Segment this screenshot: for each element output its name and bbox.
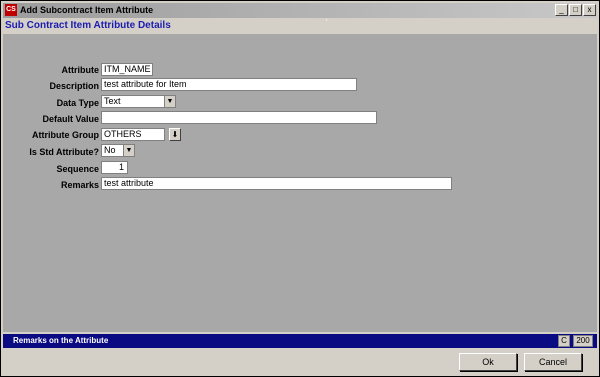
data-type-value: Text: [104, 96, 121, 106]
attribute-field[interactable]: ITM_NAME: [101, 63, 153, 76]
app-icon[interactable]: CS: [5, 4, 17, 16]
status-bar: Remarks on the Attribute C 200: [3, 334, 597, 348]
status-message: Remarks on the Attribute: [13, 336, 109, 345]
default-value-field[interactable]: [101, 111, 377, 124]
window-title: Add Subcontract Item Attribute: [20, 5, 154, 15]
description-label: Description: [49, 81, 99, 91]
chevron-down-icon[interactable]: ▼: [164, 96, 175, 107]
maximize-button[interactable]: □: [569, 4, 582, 16]
close-button[interactable]: x: [583, 4, 596, 16]
chevron-down-icon[interactable]: ▼: [123, 145, 134, 156]
form-title: Sub Contract Item Attribute Details: [5, 20, 171, 31]
ok-button[interactable]: Ok: [459, 353, 517, 371]
minimize-button[interactable]: _: [555, 4, 568, 16]
is-std-attribute-label: Is Std Attribute?: [29, 147, 99, 157]
title-bar[interactable]: CS Add Subcontract Item Attribute _ □ x: [3, 3, 597, 18]
attribute-group-field[interactable]: OTHERS: [101, 128, 165, 141]
data-type-label: Data Type: [56, 98, 99, 108]
remarks-field[interactable]: test attribute: [101, 177, 452, 190]
lookup-icon[interactable]: ⬇: [169, 128, 181, 141]
status-max-length: 200: [573, 335, 593, 347]
status-mode: C: [558, 335, 570, 347]
attribute-group-label: Attribute Group: [32, 130, 99, 140]
sequence-label: Sequence: [56, 164, 99, 174]
button-bar: Ok Cancel: [3, 348, 597, 375]
form-header: Sub Contract Item Attribute Details ': [3, 18, 597, 34]
sequence-field[interactable]: 1: [101, 161, 128, 174]
description-field[interactable]: test attribute for Item: [101, 78, 357, 91]
form-area: Sub Contract Item Attribute Details ' At…: [3, 18, 597, 332]
cancel-button[interactable]: Cancel: [524, 353, 582, 371]
default-value-label: Default Value: [42, 114, 99, 124]
remarks-label: Remarks: [60, 180, 99, 190]
add-attribute-window: CS Add Subcontract Item Attribute _ □ x …: [0, 0, 600, 377]
is-std-attribute-select[interactable]: No ▼: [101, 144, 135, 157]
attribute-label: Attribute: [61, 65, 100, 75]
header-mark: ': [326, 18, 328, 27]
data-type-select[interactable]: Text ▼: [101, 95, 176, 108]
is-std-attribute-value: No: [104, 145, 116, 155]
